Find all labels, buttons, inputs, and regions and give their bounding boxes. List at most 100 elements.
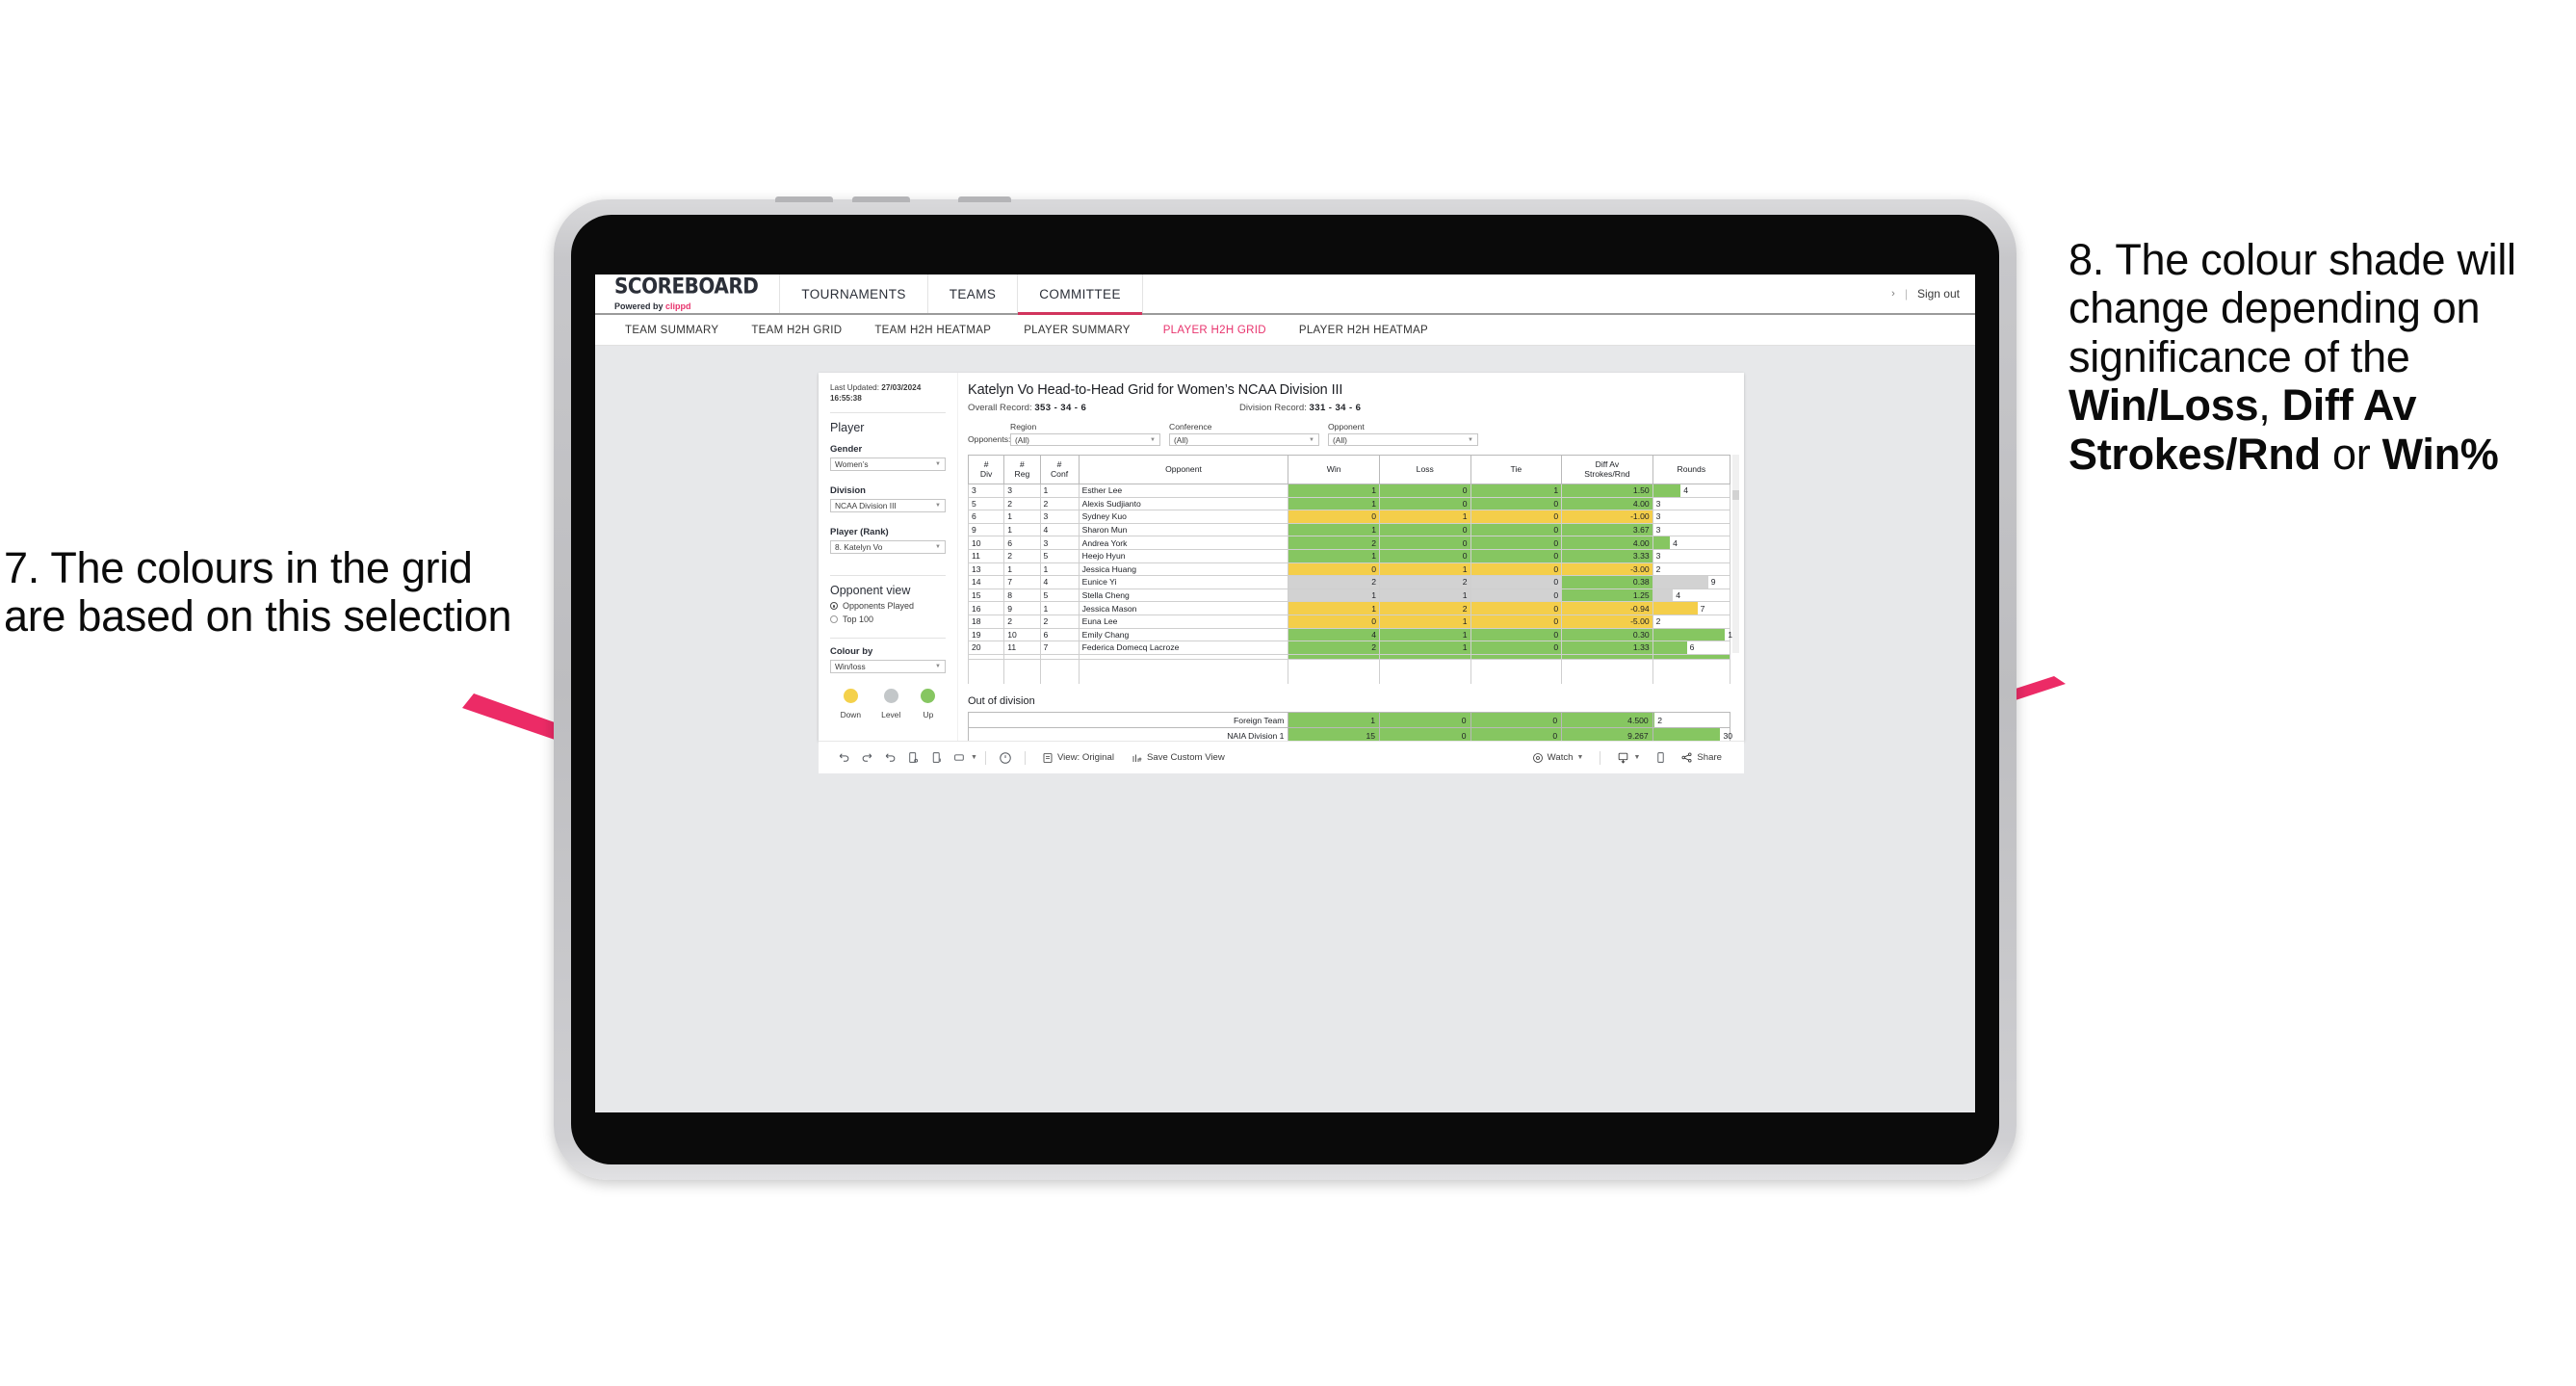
col-reg[interactable]: # Reg bbox=[1003, 455, 1041, 484]
cell-diff: -0.94 bbox=[1561, 601, 1653, 615]
cell-reg: 2 bbox=[1003, 548, 1041, 563]
colour-by-select[interactable]: Win/loss ▼ bbox=[830, 660, 946, 674]
subtab-player-h2h-grid-label: PLAYER H2H GRID bbox=[1162, 324, 1266, 336]
cell-div: 19 bbox=[967, 627, 1005, 642]
player-rank-select[interactable]: 8. Katelyn Vo ▼ bbox=[830, 540, 946, 555]
col-loss[interactable]: Loss bbox=[1378, 455, 1471, 484]
division-select[interactable]: NCAA Division III ▼ bbox=[830, 499, 946, 513]
col-tie[interactable]: Tie bbox=[1470, 455, 1563, 484]
nav-tab-teams[interactable]: TEAMS bbox=[928, 275, 1019, 313]
cell-conf: 5 bbox=[1039, 588, 1080, 603]
filter-conference-value: (All) bbox=[1174, 434, 1188, 445]
table-row[interactable]: 9 1 4 Sharon Mun 1 0 0 3.67 3 bbox=[967, 522, 1731, 537]
subtab-team-h2h-grid[interactable]: TEAM H2H GRID bbox=[735, 325, 858, 336]
view-original-button[interactable]: View: Original bbox=[1033, 752, 1123, 764]
cell-win: 1 bbox=[1288, 496, 1380, 511]
subtab-team-h2h-heatmap[interactable]: TEAM H2H HEATMAP bbox=[858, 325, 1007, 336]
cell-opponent: Heejo Hyun bbox=[1078, 548, 1289, 563]
chevron-down-icon: ▼ bbox=[1633, 754, 1641, 761]
table-row[interactable]: 11 2 5 Heejo Hyun 1 0 0 3.33 3 bbox=[967, 548, 1731, 563]
player-rank-label: Player (Rank) bbox=[830, 527, 889, 538]
subtab-player-h2h-heatmap[interactable]: PLAYER H2H HEATMAP bbox=[1283, 325, 1444, 336]
share-label: Share bbox=[1697, 752, 1722, 763]
col-opponent[interactable]: Opponent bbox=[1078, 455, 1289, 484]
cell-rounds: 4 bbox=[1652, 536, 1731, 550]
cell-opponent: Euna Lee bbox=[1078, 614, 1289, 629]
out-of-division-row[interactable]: Foreign Team 1 0 0 4.500 2 bbox=[967, 712, 1731, 729]
sub-navigation-bar: TEAM SUMMARY TEAM H2H GRID TEAM H2H HEAT… bbox=[595, 315, 1975, 346]
radio-opponents-played[interactable]: Opponents Played bbox=[830, 601, 946, 611]
filter-region-select[interactable]: (All) ▼ bbox=[1010, 433, 1160, 446]
table-row[interactable]: 10 6 3 Andrea York 2 0 0 4.00 4 bbox=[967, 536, 1731, 550]
table-row[interactable]: 6 1 3 Sydney Kuo 0 1 0 -1.00 3 bbox=[967, 510, 1731, 524]
radio-top-100[interactable]: Top 100 bbox=[830, 615, 946, 624]
legend-item-level: Level bbox=[881, 689, 900, 719]
download-button[interactable]: ▼ bbox=[1608, 751, 1649, 764]
cell-tie: 0 bbox=[1470, 575, 1563, 589]
filter-opponent-select[interactable]: (All) ▼ bbox=[1328, 433, 1478, 446]
subtab-player-summary[interactable]: PLAYER SUMMARY bbox=[1007, 325, 1147, 336]
table-row[interactable]: 3 3 1 Esther Lee 1 0 1 1.50 4 bbox=[967, 484, 1731, 498]
ood-cell-loss: 0 bbox=[1379, 712, 1471, 729]
radio-unselected-icon bbox=[830, 615, 838, 624]
table-row[interactable]: 14 7 4 Eunice Yi 2 2 0 0.38 9 bbox=[967, 575, 1731, 589]
gender-label: Gender bbox=[830, 444, 863, 456]
gender-select[interactable]: Women’s ▼ bbox=[830, 458, 946, 472]
table-row[interactable]: 18 2 2 Euna Lee 0 1 0 -5.00 2 bbox=[967, 614, 1731, 629]
device-preview-icon[interactable] bbox=[1649, 747, 1672, 769]
chevron-right-icon[interactable]: › bbox=[1891, 288, 1895, 300]
save-custom-view-button[interactable]: Save Custom View bbox=[1123, 752, 1234, 764]
table-row[interactable]: 13 1 1 Jessica Huang 0 1 0 -3.00 2 bbox=[967, 562, 1731, 577]
rounds-value: 3 bbox=[1655, 525, 1661, 536]
overall-record-label: Overall Record: bbox=[968, 403, 1035, 413]
chevron-down-icon[interactable]: ▼ bbox=[971, 754, 977, 761]
table-row[interactable]: 16 9 1 Jessica Mason 1 2 0 -0.94 7 bbox=[967, 601, 1731, 615]
watch-button[interactable]: Watch ▼ bbox=[1523, 752, 1593, 764]
redo-icon[interactable] bbox=[855, 747, 878, 769]
top-navigation-bar: SCOREBOARD Powered by clippd TOURNAMENTS… bbox=[595, 275, 1975, 315]
table-row[interactable]: 15 8 5 Stella Cheng 1 1 0 1.25 4 bbox=[967, 588, 1731, 603]
subtab-player-h2h-grid[interactable]: PLAYER H2H GRID bbox=[1147, 325, 1283, 336]
legend-item-up: Up bbox=[921, 689, 936, 719]
col-rounds[interactable]: Rounds bbox=[1652, 455, 1731, 484]
col-div[interactable]: # Div bbox=[967, 455, 1005, 484]
rounds-bar bbox=[1652, 628, 1726, 641]
grid-scrollbar-thumb[interactable] bbox=[1732, 490, 1739, 500]
col-conf[interactable]: # Conf bbox=[1039, 455, 1080, 484]
rounds-value: 3 bbox=[1655, 511, 1661, 522]
pace-icon[interactable] bbox=[994, 747, 1017, 769]
cell-reg: 2 bbox=[1003, 496, 1041, 511]
table-row[interactable]: 20 11 7 Federica Domecq Lacroze 2 1 0 1.33 6 bbox=[967, 641, 1731, 655]
pause-icon[interactable] bbox=[924, 747, 948, 769]
sidebar-divider-2 bbox=[830, 575, 946, 577]
sign-out-link[interactable]: Sign out bbox=[1917, 287, 1960, 301]
nav-tab-tournaments[interactable]: TOURNAMENTS bbox=[780, 275, 928, 313]
legend-label-down: Down bbox=[840, 710, 861, 720]
annotation-right-bold-winloss: Win/Loss bbox=[2069, 380, 2259, 431]
revert-icon[interactable] bbox=[878, 747, 901, 769]
table-row[interactable]: 5 2 2 Alexis Sudjianto 1 0 0 4.00 3 bbox=[967, 496, 1731, 511]
cell-tie: 0 bbox=[1470, 627, 1563, 642]
rounds-value: 4 bbox=[1673, 537, 1678, 548]
col-win[interactable]: Win bbox=[1288, 455, 1380, 484]
sidebar-divider-3 bbox=[830, 638, 946, 640]
tablet-volume-buttons bbox=[775, 196, 1093, 202]
nav-tab-committee[interactable]: COMMITTEE bbox=[1018, 275, 1143, 315]
table-row[interactable]: 19106Emily Chang4100.3011 bbox=[967, 627, 1736, 642]
layout-icon[interactable] bbox=[948, 747, 971, 769]
tablet-device-frame: SCOREBOARD Powered by clippd TOURNAMENTS… bbox=[554, 196, 2017, 1180]
brand-logo[interactable]: SCOREBOARD Powered by clippd bbox=[595, 275, 781, 313]
grid-scrollbar-track[interactable] bbox=[1732, 455, 1739, 653]
share-button[interactable]: Share bbox=[1672, 751, 1730, 764]
cell-conf: 5 bbox=[1039, 548, 1080, 563]
cell-opponent: Alexis Sudjianto bbox=[1078, 496, 1289, 511]
filter-conference-select[interactable]: (All) ▼ bbox=[1169, 433, 1319, 446]
chevron-down-icon: ▼ bbox=[1309, 436, 1314, 443]
refresh-icon[interactable] bbox=[901, 747, 924, 769]
filter-opponent-value: (All) bbox=[1333, 434, 1347, 445]
col-diff[interactable]: Diff Av Strokes/Rnd bbox=[1561, 455, 1653, 484]
cell-win: 2 bbox=[1288, 641, 1380, 655]
cell-conf: 1 bbox=[1039, 484, 1080, 498]
undo-icon[interactable] bbox=[832, 747, 855, 769]
subtab-team-summary[interactable]: TEAM SUMMARY bbox=[609, 325, 735, 336]
